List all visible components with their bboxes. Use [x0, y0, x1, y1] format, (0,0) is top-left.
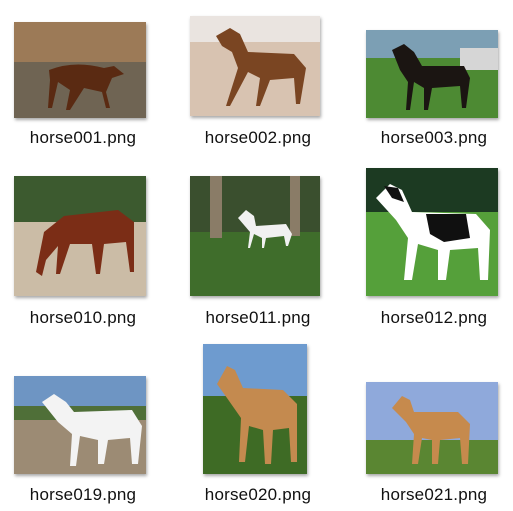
thumbnail-image[interactable]	[14, 176, 146, 296]
file-item[interactable]: horse020.png	[178, 340, 338, 504]
thumbnail-image[interactable]	[366, 382, 498, 474]
file-grid: horse001.png horse002.png horse003.png h…	[0, 0, 513, 511]
file-item[interactable]: horse003.png	[354, 18, 513, 168]
thumbnail-image[interactable]	[190, 16, 320, 116]
thumbnail-image[interactable]	[203, 344, 307, 474]
file-item[interactable]: horse019.png	[3, 340, 163, 504]
thumbnail-image[interactable]	[366, 168, 498, 296]
file-name-label: horse011.png	[205, 308, 311, 327]
thumbnail-image[interactable]	[366, 30, 498, 118]
thumbnail-image[interactable]	[190, 176, 320, 296]
file-name-label: horse001.png	[29, 128, 137, 147]
file-item[interactable]: horse012.png	[354, 168, 513, 327]
file-item[interactable]: horse002.png	[178, 16, 338, 168]
file-name-label: horse020.png	[204, 485, 312, 504]
file-name-label: horse019.png	[29, 485, 137, 504]
file-name-label: horse012.png	[380, 308, 488, 327]
file-item[interactable]: horse021.png	[354, 340, 513, 504]
file-name-label: horse002.png	[204, 128, 312, 147]
file-item[interactable]: horse010.png	[3, 176, 163, 327]
thumbnail-image[interactable]	[14, 376, 146, 474]
file-item[interactable]: horse011.png	[178, 176, 338, 327]
file-name-label: horse003.png	[380, 128, 488, 147]
thumbnail-image[interactable]	[14, 22, 146, 118]
file-item[interactable]: horse001.png	[3, 18, 163, 168]
file-name-label: horse010.png	[29, 308, 137, 327]
file-name-label: horse021.png	[380, 485, 488, 504]
